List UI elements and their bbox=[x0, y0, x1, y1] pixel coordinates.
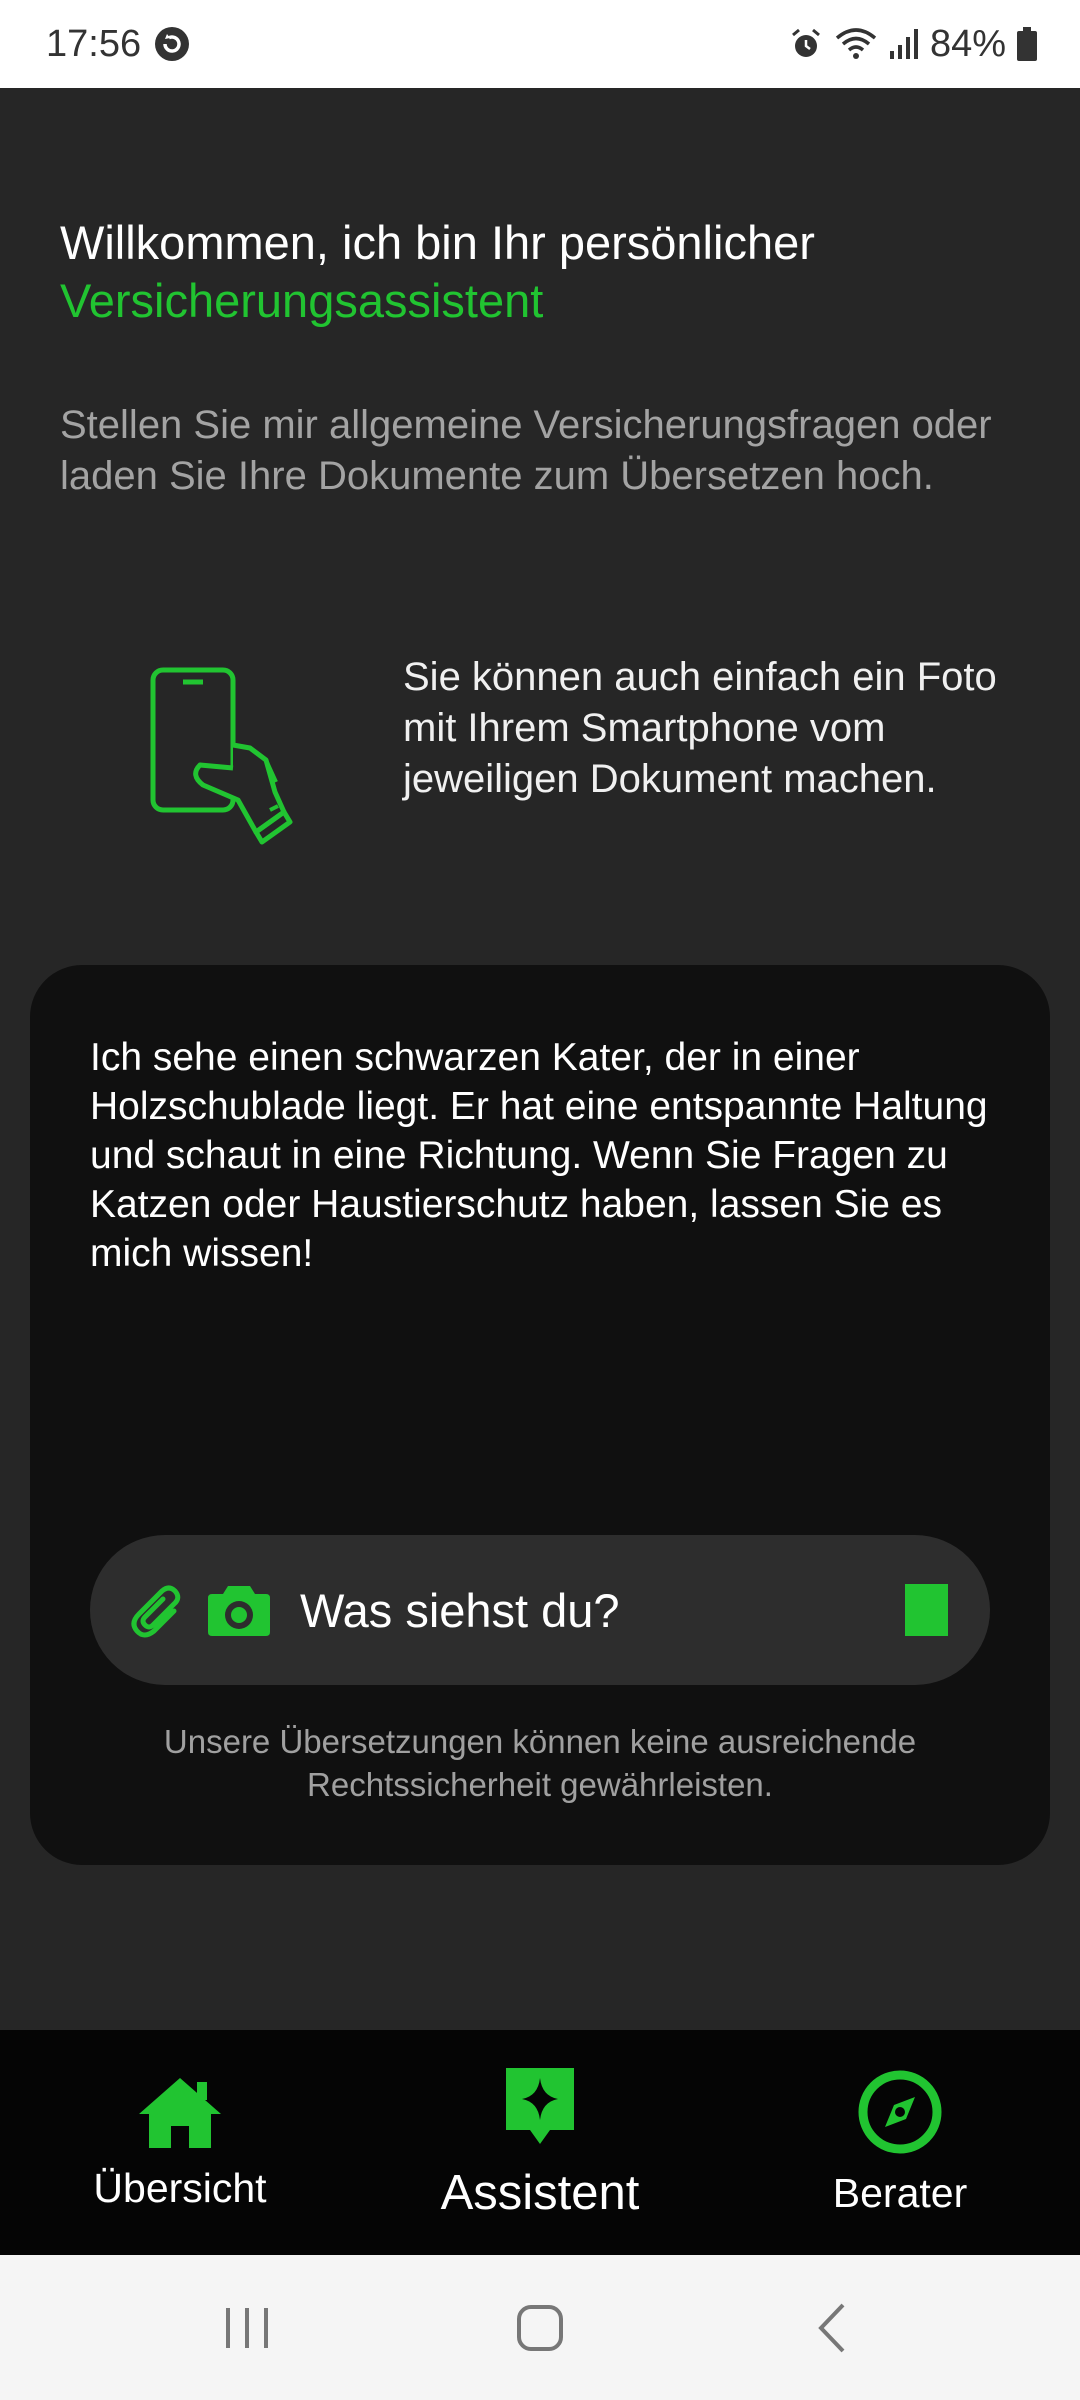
wifi-icon bbox=[834, 26, 878, 62]
welcome-accent: Versicherungsassistent bbox=[60, 274, 544, 327]
compass-icon bbox=[857, 2069, 943, 2160]
nav-item-uebersicht[interactable]: Übersicht bbox=[30, 2074, 330, 2212]
recents-icon bbox=[225, 2307, 268, 2348]
screen: 17:56 84% Willkommen, ich bin Ihr persön… bbox=[0, 0, 1080, 2400]
back-icon bbox=[818, 2303, 845, 2352]
nav-label-uebersicht: Übersicht bbox=[93, 2164, 267, 2211]
status-right: 84% bbox=[788, 23, 1038, 66]
home-square-icon bbox=[516, 2304, 563, 2351]
home-button[interactable] bbox=[480, 2288, 600, 2368]
nav-label-berater: Berater bbox=[832, 2169, 968, 2216]
phone-photo-icon bbox=[138, 660, 298, 860]
home-icon bbox=[135, 2074, 225, 2155]
chat-card: Ich sehe einen schwarzen Kater, der in e… bbox=[30, 965, 1050, 1865]
assistant-sparkle-icon bbox=[502, 2064, 578, 2155]
nav-label-assistent: Assistent bbox=[440, 2166, 640, 2220]
bottom-navigation: Übersicht Assistent Berater bbox=[0, 2030, 1080, 2255]
disclaimer-text: Unsere Übersetzungen können keine ausrei… bbox=[163, 1723, 917, 1803]
battery-percent: 84% bbox=[929, 22, 1006, 65]
message-input[interactable] bbox=[300, 1582, 905, 1638]
intro-text: Stellen Sie mir allgemeine Versicherungs… bbox=[60, 403, 992, 498]
battery-icon bbox=[1016, 26, 1038, 62]
recents-button[interactable] bbox=[187, 2288, 307, 2368]
welcome-line: Willkommen, ich bin Ihr persönlicher bbox=[60, 216, 815, 269]
assistant-response: Ich sehe einen schwarzen Kater, der in e… bbox=[90, 1036, 988, 1275]
paperclip-icon[interactable] bbox=[130, 1578, 184, 1642]
camera-icon[interactable] bbox=[206, 1578, 272, 1642]
stop-button[interactable] bbox=[905, 1584, 948, 1636]
sync-icon bbox=[153, 25, 191, 63]
status-left: 17:56 bbox=[46, 23, 191, 66]
welcome-heading: Willkommen, ich bin Ihr persönlicher Ver… bbox=[60, 214, 1020, 330]
back-button[interactable] bbox=[773, 2288, 893, 2368]
message-input-bar bbox=[90, 1535, 990, 1685]
status-time: 17:56 bbox=[46, 22, 142, 65]
nav-item-berater[interactable]: Berater bbox=[750, 2069, 1050, 2217]
nav-item-assistent[interactable]: Assistent bbox=[390, 2064, 690, 2221]
system-navigation bbox=[0, 2255, 1080, 2400]
status-bar: 17:56 84% bbox=[0, 0, 1080, 88]
alarm-icon bbox=[788, 26, 824, 62]
photo-tip-text: Sie können auch einfach ein Foto mit Ihr… bbox=[403, 655, 997, 801]
signal-icon bbox=[888, 27, 920, 61]
